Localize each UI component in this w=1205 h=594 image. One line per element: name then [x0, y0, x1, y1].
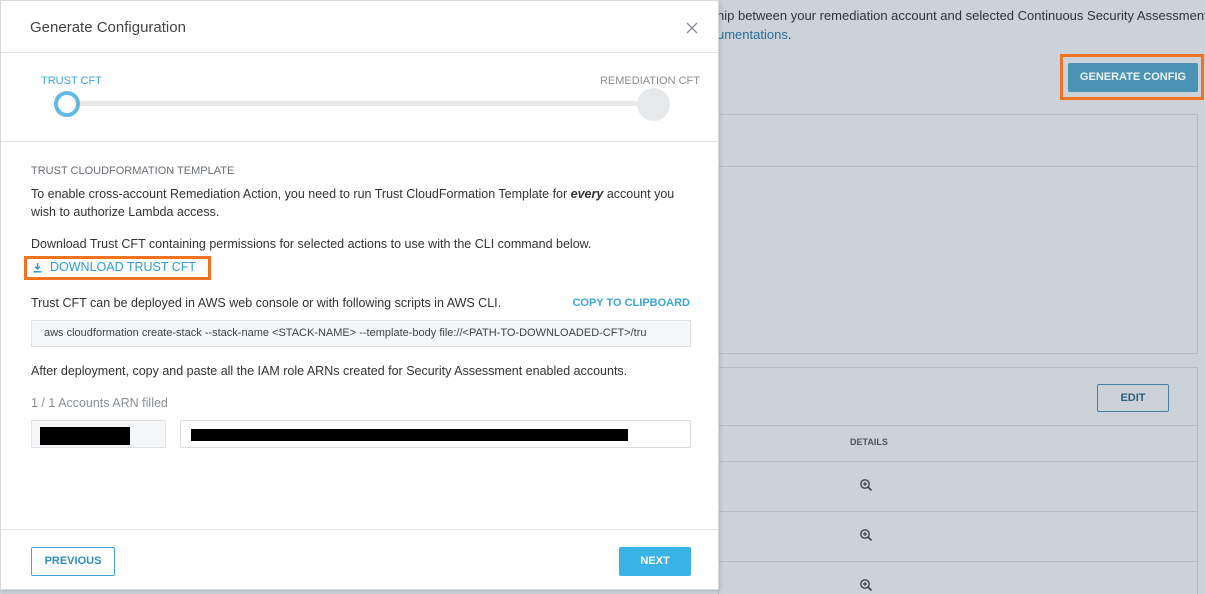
zoom-in-icon[interactable] — [859, 478, 873, 492]
intro-text-emphasis: every — [570, 187, 604, 201]
account-id-field — [31, 420, 166, 448]
modal-body: TRUST CLOUDFORMATION TEMPLATE To enable … — [1, 142, 718, 528]
after-deployment-text: After deployment, copy and paste all the… — [31, 364, 628, 378]
table-row — [719, 562, 1197, 594]
download-instructions: Download Trust CFT containing permission… — [31, 237, 592, 251]
download-icon — [33, 262, 42, 273]
section-title: TRUST CLOUDFORMATION TEMPLATE — [31, 165, 235, 177]
deploy-instructions: Trust CFT can be deployed in AWS web con… — [31, 296, 502, 310]
documentation-link[interactable]: umentations — [717, 27, 788, 42]
redacted-role-arn — [191, 429, 628, 441]
table-row — [719, 512, 1197, 562]
step-indicator-remediation-cft[interactable] — [637, 88, 670, 121]
copy-to-clipboard-button[interactable]: COPY TO CLIPBOARD — [572, 297, 690, 309]
zoom-in-icon[interactable] — [859, 578, 873, 592]
modal-title: Generate Configuration — [30, 19, 186, 36]
arn-filled-count: 1 / 1 Accounts ARN filled — [31, 396, 168, 410]
zoom-in-icon[interactable] — [859, 528, 873, 542]
redacted-account-id — [40, 427, 130, 445]
intro-paragraph: To enable cross-account Remediation Acti… — [31, 185, 691, 221]
intro-text-start: To enable cross-account Remediation Acti… — [31, 187, 571, 201]
background-card — [718, 114, 1198, 354]
previous-button[interactable]: PREVIOUS — [31, 547, 115, 576]
background-card-header — [719, 115, 1197, 167]
step-indicator-trust-cft[interactable] — [54, 91, 80, 117]
accounts-table-toolbar: EDIT — [719, 368, 1197, 426]
next-button[interactable]: NEXT — [619, 547, 691, 576]
background-intro-tail: . — [787, 27, 792, 42]
accounts-table-card: EDIT DETAILS — [718, 367, 1198, 594]
step-label-trust-cft[interactable]: TRUST CFT — [41, 75, 102, 87]
modal-footer: PREVIOUS NEXT — [1, 529, 718, 589]
background-intro-text: hip between your remediation account and… — [717, 6, 1205, 44]
download-trust-cft-link[interactable]: DOWNLOAD TRUST CFT — [32, 260, 196, 274]
role-arn-input[interactable] — [180, 420, 691, 448]
stepper: TRUST CFT REMEDIATION CFT — [1, 53, 718, 142]
close-icon[interactable] — [685, 21, 699, 35]
step-label-remediation-cft[interactable]: REMEDIATION CFT — [600, 75, 700, 87]
table-row — [719, 462, 1197, 512]
generate-configuration-modal: Generate Configuration TRUST CFT REMEDIA… — [0, 0, 719, 590]
details-column-header: DETAILS — [850, 437, 888, 447]
download-link-label: DOWNLOAD TRUST CFT — [50, 260, 197, 274]
stepper-track — [67, 101, 655, 106]
generate-config-button[interactable]: GENERATE CONFIG — [1068, 63, 1198, 92]
modal-header: Generate Configuration — [1, 1, 718, 53]
background-intro-line: hip between your remediation account and… — [717, 8, 1205, 23]
cli-command-box[interactable]: aws cloudformation create-stack --stack-… — [31, 320, 691, 347]
edit-button[interactable]: EDIT — [1097, 384, 1169, 412]
table-header: DETAILS — [719, 426, 1197, 462]
